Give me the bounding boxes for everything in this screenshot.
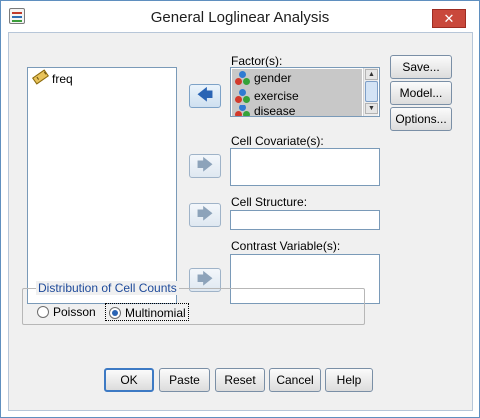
radio-unchecked-icon bbox=[37, 306, 49, 318]
dialog-body: freq 🡄 🡆 🡆 🡆 Factor(s): gender exercise bbox=[8, 32, 473, 411]
save-button[interactable]: Save... bbox=[390, 55, 452, 79]
contrast-variables-label: Contrast Variable(s): bbox=[231, 239, 341, 253]
cell-covariates-label: Cell Covariate(s): bbox=[231, 134, 324, 148]
list-item[interactable]: exercise bbox=[232, 87, 362, 105]
reset-button[interactable]: Reset bbox=[215, 368, 265, 392]
close-button[interactable]: ✕ bbox=[432, 9, 466, 28]
multinomial-radio[interactable]: Multinomial bbox=[105, 303, 189, 321]
move-to-cell-structure-button[interactable]: 🡆 bbox=[189, 203, 221, 227]
list-item[interactable]: disease bbox=[232, 105, 362, 116]
cell-structure-label: Cell Structure: bbox=[231, 195, 308, 209]
factor-name: gender bbox=[254, 71, 292, 85]
arrow-right-icon: 🡆 bbox=[196, 157, 214, 174]
factors-label: Factor(s): bbox=[231, 54, 283, 68]
scroll-up-arrow-icon[interactable]: ▲ bbox=[365, 69, 378, 80]
scroll-thumb[interactable] bbox=[365, 81, 378, 102]
nominal-balls-icon bbox=[235, 88, 251, 104]
help-button[interactable]: Help bbox=[325, 368, 373, 392]
scroll-down-arrow-icon[interactable]: ▼ bbox=[365, 103, 378, 114]
list-item[interactable]: freq bbox=[30, 69, 170, 88]
variable-list[interactable]: freq bbox=[27, 67, 177, 304]
dialog-window: General Loglinear Analysis ✕ freq 🡄 🡆 🡆 … bbox=[0, 0, 480, 418]
cell-structure-field[interactable] bbox=[230, 210, 380, 230]
paste-button[interactable]: Paste bbox=[159, 368, 210, 392]
move-to-cell-covariates-button[interactable]: 🡆 bbox=[189, 154, 221, 178]
arrow-right-icon: 🡆 bbox=[196, 271, 214, 288]
factors-scrollbar[interactable]: ▲ ▼ bbox=[363, 68, 378, 116]
ok-button[interactable]: OK bbox=[104, 368, 154, 392]
cell-covariates-list[interactable] bbox=[230, 148, 380, 186]
factor-name: exercise bbox=[254, 89, 299, 103]
options-button[interactable]: Options... bbox=[390, 107, 452, 131]
model-button[interactable]: Model... bbox=[390, 81, 452, 105]
factors-list[interactable]: gender exercise disease ▲ ▼ bbox=[230, 67, 380, 117]
title-bar[interactable]: General Loglinear Analysis ✕ bbox=[1, 1, 479, 31]
window-title: General Loglinear Analysis bbox=[150, 9, 330, 26]
cancel-button[interactable]: Cancel bbox=[269, 368, 321, 392]
distribution-label: Distribution of Cell Counts bbox=[36, 281, 179, 295]
arrow-right-icon: 🡆 bbox=[196, 206, 214, 223]
radio-checked-icon bbox=[109, 307, 121, 319]
list-item[interactable]: gender bbox=[232, 69, 362, 87]
factor-name: disease bbox=[254, 105, 296, 116]
ruler-icon bbox=[32, 69, 49, 85]
arrow-left-icon: 🡄 bbox=[196, 87, 214, 104]
move-to-factors-button[interactable]: 🡄 bbox=[189, 84, 221, 108]
nominal-balls-icon bbox=[235, 105, 251, 116]
poisson-radio[interactable]: Poisson bbox=[34, 303, 104, 321]
variable-name: freq bbox=[52, 72, 73, 86]
nominal-balls-icon bbox=[235, 70, 251, 86]
